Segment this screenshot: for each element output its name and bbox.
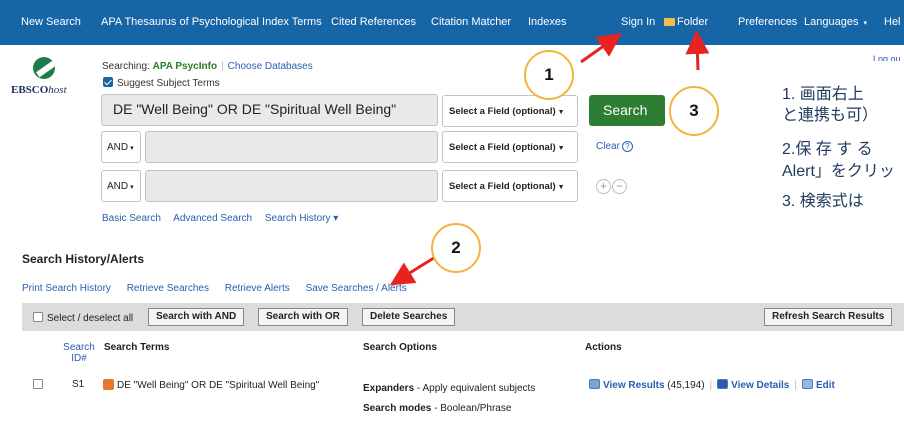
- arrow-2: [389, 254, 438, 286]
- arrow-3: [685, 30, 710, 71]
- note-2b: Alert」をクリッ: [782, 163, 895, 180]
- annotation-circle-1: 1: [524, 50, 574, 100]
- annotation-circle-2: 2: [431, 223, 481, 273]
- annotation-circle-3: 3: [669, 86, 719, 136]
- arrow-1: [580, 33, 622, 64]
- note-2a: 2.保 存 す る: [782, 141, 873, 158]
- note-3: 3. 検索式は: [782, 193, 864, 210]
- annotation-arrows: [389, 30, 710, 286]
- note-1b: と連携も可）: [782, 107, 879, 124]
